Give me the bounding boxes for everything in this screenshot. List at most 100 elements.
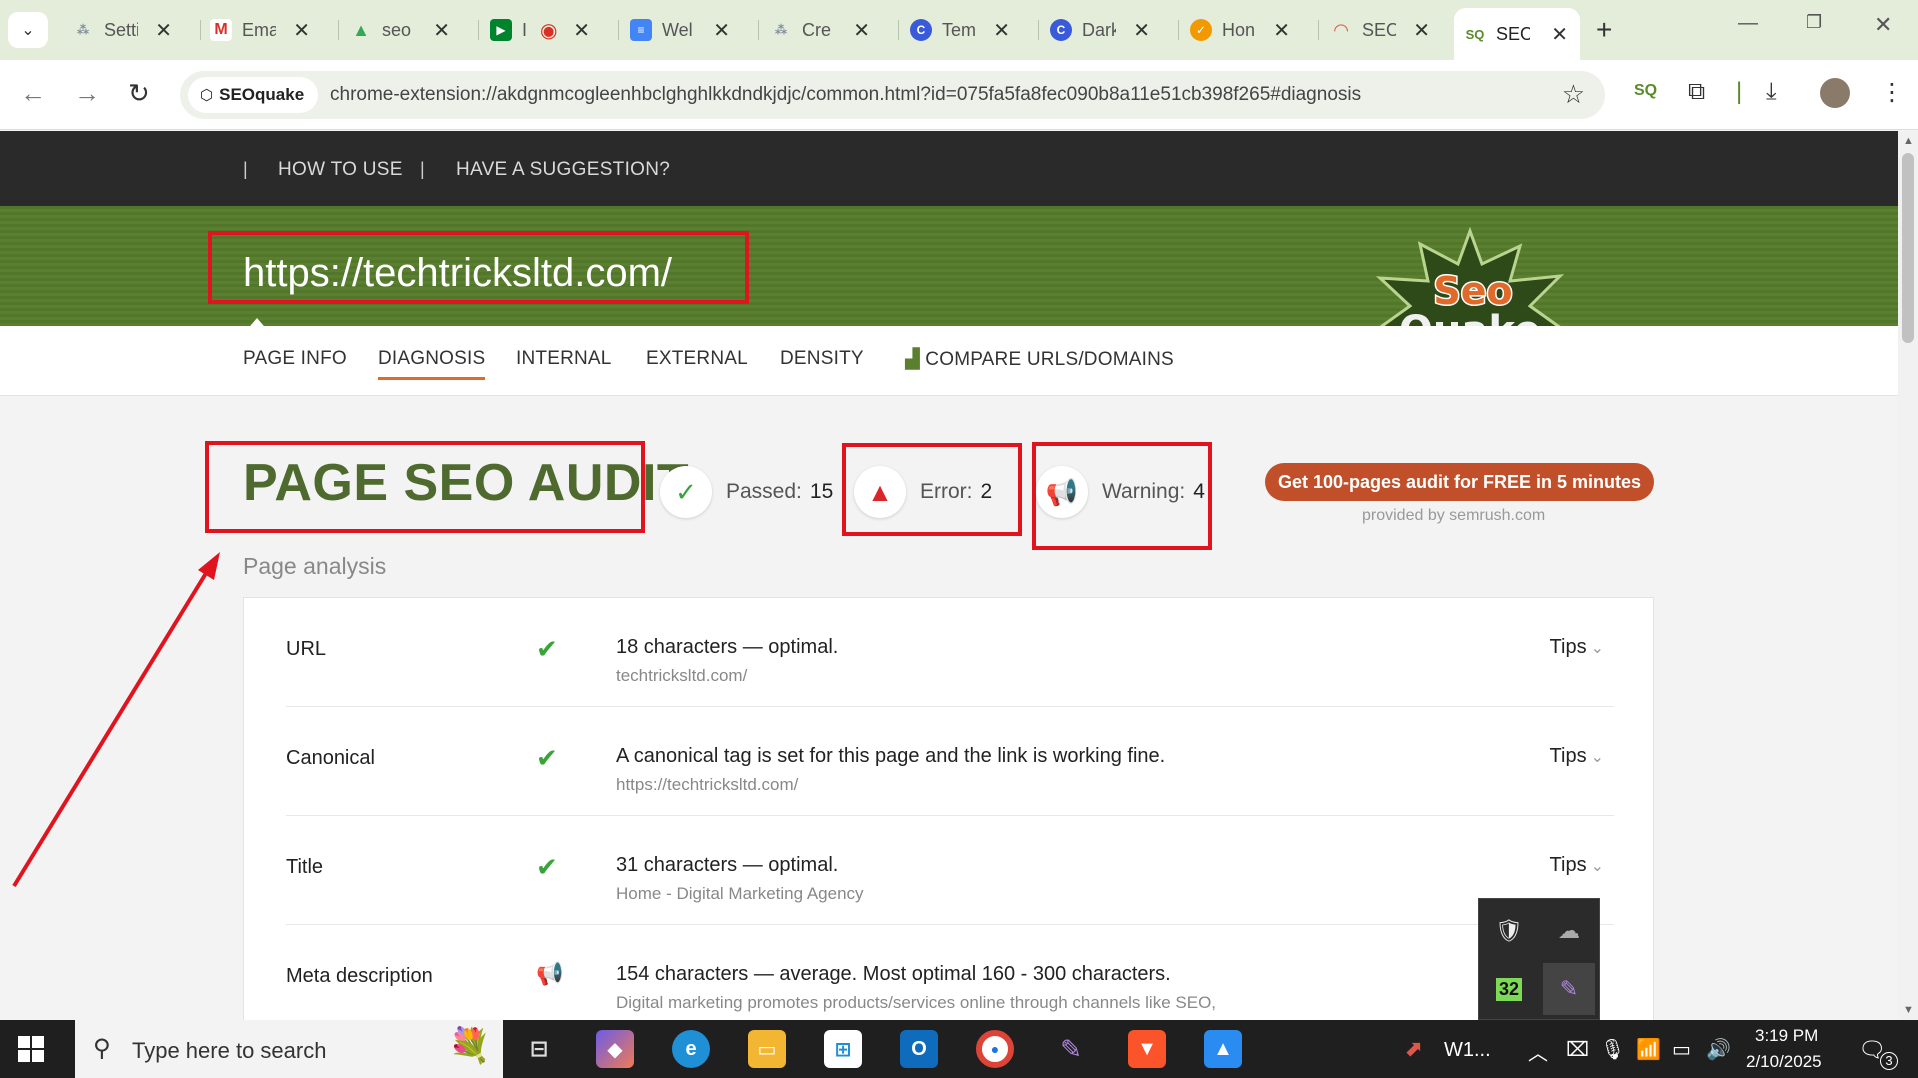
taskbar-search[interactable]: ⚲ Type here to search 💐 — [75, 1020, 503, 1078]
tips-toggle[interactable]: Tips ⌄ — [1550, 745, 1604, 768]
seoquake-extension-icon[interactable]: SQ — [1634, 82, 1657, 100]
browser-toolbar: ← → ↻ ⬡ SEOquake chrome-extension://akdg… — [0, 60, 1918, 130]
how-to-use-link[interactable]: HOW TO USE — [278, 159, 403, 181]
feather-app-icon[interactable]: ✎ — [1052, 1030, 1090, 1068]
store-icon[interactable]: ⊞ — [824, 1030, 862, 1068]
restore-icon[interactable]: ❐ — [1806, 12, 1822, 33]
chevron-down-icon: ⌄ — [21, 22, 35, 39]
passed-stat[interactable]: ✓ Passed: 15 — [660, 460, 833, 524]
outlook-icon[interactable]: O — [900, 1030, 938, 1068]
analysis-row: Canonical ✔ A canonical tag is set for t… — [286, 707, 1614, 816]
back-icon[interactable]: ← — [20, 78, 46, 109]
seoquake-tabs: PAGE INFO DIAGNOSIS INTERNAL EXTERNAL DE… — [0, 326, 1898, 396]
check-icon: ✔ — [536, 852, 558, 882]
microphone-icon[interactable]: 🎙 — [1600, 1037, 1625, 1062]
windows-start-icon[interactable] — [18, 1036, 44, 1062]
photos-icon[interactable]: ▲ — [1204, 1030, 1242, 1068]
tab-diagnosis[interactable]: DIAGNOSIS — [378, 348, 486, 380]
menu-kebab-icon[interactable]: ⋮ — [1880, 78, 1904, 107]
bookmark-star-icon[interactable]: ☆ — [1562, 79, 1585, 110]
suggestion-link[interactable]: HAVE A SUGGESTION? — [456, 159, 670, 181]
tray-overflow-chevron-icon[interactable]: ︿ — [1528, 1037, 1548, 1066]
close-icon[interactable]: ✕ — [155, 18, 172, 43]
tab-strip: ⌄ ⁂ Setti ✕ M Ema ✕ ▲ seo ✕ ▶ I ◉ ✕ ≡ We… — [0, 0, 1918, 60]
network-icon: ⁂ — [770, 19, 792, 41]
gmail-icon: M — [210, 19, 232, 41]
app-stats-icon[interactable]: ⬈ — [1394, 1030, 1432, 1068]
tab-page-info[interactable]: PAGE INFO — [243, 348, 347, 370]
clock-date[interactable]: 2/10/2025 — [1746, 1052, 1822, 1072]
scrollbar-thumb[interactable] — [1902, 153, 1914, 343]
close-icon[interactable]: ✕ — [1413, 18, 1430, 43]
edge-icon[interactable]: e — [672, 1030, 710, 1068]
browser-tab[interactable]: ≡ Wel ✕ — [620, 10, 742, 50]
close-icon[interactable]: ✕ — [1133, 18, 1150, 43]
svg-text:Seo: Seo — [1433, 269, 1512, 313]
extensions-puzzle-icon[interactable]: ⧉ — [1688, 78, 1705, 106]
meet-icon: ▶ — [490, 19, 512, 41]
tab-internal[interactable]: INTERNAL — [516, 348, 612, 370]
forward-icon[interactable]: → — [74, 78, 100, 109]
browser-tab-active[interactable]: SQ SEO ✕ — [1454, 8, 1580, 60]
bar-chart-icon: ▟ — [905, 349, 920, 370]
wifi-icon[interactable]: 📶 — [1636, 1037, 1661, 1062]
annotation-box-title — [205, 441, 645, 533]
close-icon[interactable]: ✕ — [1551, 22, 1568, 47]
close-window-icon[interactable]: ✕ — [1874, 12, 1892, 38]
close-icon[interactable]: ✕ — [853, 18, 870, 43]
tab-density[interactable]: DENSITY — [780, 348, 864, 370]
url-text[interactable]: chrome-extension://akdgnmcogleenhbclghgh… — [330, 84, 1361, 106]
browser-tab[interactable]: ▶ I ◉ ✕ — [480, 10, 602, 50]
browser-tab[interactable]: ▲ seo ✕ — [340, 10, 462, 50]
check-icon: ✓ — [660, 466, 712, 518]
provided-by-text[interactable]: provided by semrush.com — [1362, 507, 1545, 525]
clock-time[interactable]: 3:19 PM — [1755, 1026, 1818, 1046]
volume-icon[interactable]: 🔊 — [1706, 1037, 1731, 1062]
reload-icon[interactable]: ↻ — [128, 78, 150, 109]
meet-now-icon[interactable]: ⌧ — [1566, 1037, 1589, 1062]
megaphone-icon: 📢 — [536, 961, 564, 986]
seo-rainbow-icon: ◠ — [1334, 19, 1348, 40]
close-icon[interactable]: ✕ — [993, 18, 1010, 43]
battery-icon[interactable]: ▭ — [1672, 1037, 1691, 1062]
close-icon[interactable]: ✕ — [433, 18, 450, 43]
new-tab-button[interactable]: + — [1596, 14, 1612, 46]
analysis-row: Title ✔ 31 characters — optimal. Home - … — [286, 816, 1614, 925]
browser-tab[interactable]: ◠ SEO ✕ — [1320, 10, 1442, 50]
close-icon[interactable]: ✕ — [573, 18, 590, 43]
record-icon: ◉ — [540, 19, 558, 42]
tips-toggle[interactable]: Tips ⌄ — [1550, 854, 1604, 877]
task-view-icon[interactable]: ⊟ — [520, 1030, 558, 1068]
brave-icon[interactable]: ▼ — [1128, 1030, 1166, 1068]
tab-search-button[interactable]: ⌄ — [8, 12, 48, 48]
site-info-chip[interactable]: ⬡ SEOquake — [188, 77, 319, 113]
copilot-icon[interactable]: ◆ — [596, 1030, 634, 1068]
close-icon[interactable]: ✕ — [1273, 18, 1290, 43]
tab-external[interactable]: EXTERNAL — [646, 348, 748, 370]
cloud-off-icon[interactable]: ☁ — [1549, 911, 1589, 951]
file-explorer-icon[interactable]: ▭ — [748, 1030, 786, 1068]
browser-tab[interactable]: ✓ Hon ✕ — [1180, 10, 1302, 50]
browser-tab[interactable]: M Ema ✕ — [200, 10, 322, 50]
profile-avatar[interactable] — [1820, 78, 1850, 108]
browser-tab[interactable]: C Tem ✕ — [900, 10, 1022, 50]
canva-icon: C — [1050, 19, 1072, 41]
close-icon[interactable]: ✕ — [293, 18, 310, 43]
page-scrollbar[interactable]: ▲ ▼ — [1898, 131, 1918, 1020]
toolbar-divider: | — [1736, 78, 1743, 105]
browser-tab[interactable]: C Dark ✕ — [1040, 10, 1162, 50]
download-icon[interactable]: ⤓ — [1766, 78, 1777, 106]
tips-toggle[interactable]: Tips ⌄ — [1550, 636, 1604, 659]
browser-tab[interactable]: ⁂ Cre ✕ — [760, 10, 882, 50]
free-audit-button[interactable]: Get 100-pages audit for FREE in 5 minute… — [1265, 463, 1654, 501]
close-icon[interactable]: ✕ — [713, 18, 730, 43]
counter-badge[interactable]: 32 — [1489, 969, 1529, 1009]
feather-icon[interactable]: ✎ — [1543, 963, 1595, 1015]
browser-tab[interactable]: ⁂ Setti ✕ — [62, 10, 184, 50]
address-bar[interactable]: ⬡ SEOquake chrome-extension://akdgnmcogl… — [180, 71, 1605, 119]
section-title: Page analysis — [243, 553, 387, 579]
tab-compare[interactable]: ▟ COMPARE URLS/DOMAINS — [905, 348, 1174, 371]
chrome-icon[interactable]: ● — [976, 1030, 1014, 1068]
minimize-icon[interactable]: — — [1738, 12, 1758, 35]
shield-icon[interactable]: 🛡 — [1489, 911, 1529, 951]
